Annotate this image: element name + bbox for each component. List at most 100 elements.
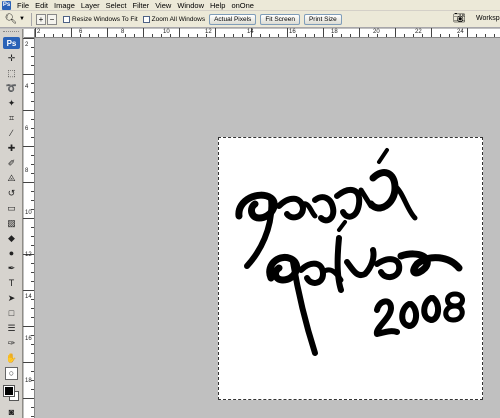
- ruler-tick: [314, 34, 315, 37]
- healing-brush-icon[interactable]: ✚: [5, 142, 18, 155]
- ruler-origin[interactable]: [24, 29, 35, 38]
- zoom-icon[interactable]: ○: [5, 367, 18, 380]
- ruler-label: 8: [25, 168, 29, 174]
- ruler-tick: [323, 28, 324, 37]
- menu-help[interactable]: Help: [207, 0, 228, 11]
- ruler-label: 10: [163, 29, 170, 35]
- pen-icon[interactable]: ✒: [5, 262, 18, 275]
- zoom-in-icon[interactable]: +: [36, 13, 46, 25]
- ruler-tick: [31, 236, 34, 237]
- horizontal-ruler[interactable]: 2 6 8 10 12 14 16 18 20 22 24: [35, 28, 500, 38]
- calligraphy-artwork: [235, 148, 465, 356]
- document-canvas[interactable]: [218, 137, 483, 400]
- ruler-tick: [23, 218, 34, 219]
- crop-icon[interactable]: ⌗: [5, 112, 18, 125]
- workspace-icon[interactable]: 📷︎: [453, 13, 467, 25]
- ruler-tick: [23, 182, 34, 183]
- ruler-tick: [31, 119, 34, 120]
- zoom-out-icon[interactable]: −: [47, 13, 57, 25]
- ruler-tick: [31, 371, 34, 372]
- checkbox-box[interactable]: [142, 15, 150, 23]
- eyedropper-icon[interactable]: ✑: [5, 337, 18, 350]
- ruler-tick: [296, 34, 297, 37]
- ruler-label: 18: [25, 378, 32, 384]
- slice-icon[interactable]: ∕: [5, 127, 18, 140]
- toolbox-grip[interactable]: [3, 31, 19, 35]
- ruler-tick: [35, 28, 36, 37]
- fit-screen-button[interactable]: Fit Screen: [260, 13, 300, 25]
- ruler-tick: [143, 28, 144, 37]
- menu-edit[interactable]: Edit: [32, 0, 51, 11]
- magic-wand-icon[interactable]: ✦: [5, 97, 18, 110]
- ruler-tick: [31, 416, 34, 417]
- type-icon[interactable]: T: [5, 277, 18, 290]
- ruler-tick: [395, 28, 396, 37]
- workspace-button[interactable]: Workspace: [476, 15, 500, 22]
- ruler-tick: [278, 34, 279, 37]
- gradient-icon[interactable]: ▨: [5, 217, 18, 230]
- rectangle-icon[interactable]: □: [5, 307, 18, 320]
- ruler-tick: [98, 34, 99, 37]
- ruler-tick: [422, 34, 423, 37]
- menu-view[interactable]: View: [152, 0, 174, 11]
- ruler-tick: [23, 290, 34, 291]
- ruler-tick: [179, 28, 180, 37]
- path-selection-icon[interactable]: ➤: [5, 292, 18, 305]
- menu-window[interactable]: Window: [174, 0, 207, 11]
- ruler-tick: [386, 34, 387, 37]
- brush-icon[interactable]: ✐: [5, 157, 18, 170]
- ruler-tick: [188, 34, 189, 37]
- ruler-label: 8: [121, 29, 125, 35]
- menu-filter[interactable]: Filter: [130, 0, 153, 11]
- ruler-label: 16: [25, 336, 32, 342]
- clone-stamp-icon[interactable]: ⨻: [5, 172, 18, 185]
- ruler-tick: [440, 34, 441, 37]
- quick-mask-icon[interactable]: ◙: [5, 406, 18, 418]
- ruler-tick: [23, 326, 34, 327]
- vertical-ruler[interactable]: 2 4 6 8 10 12 14 16 18: [23, 38, 35, 418]
- ruler-tick: [341, 34, 342, 37]
- actual-pixels-button[interactable]: Actual Pixels: [209, 13, 257, 25]
- ruler-tick: [116, 34, 117, 37]
- dodge-icon[interactable]: ●: [5, 247, 18, 260]
- menu-onone[interactable]: onOne: [228, 0, 257, 11]
- options-bar: 🔍︎ ▼ + − Resize Windows To Fit Zoom All …: [0, 11, 500, 28]
- move-icon[interactable]: ✛: [5, 52, 18, 65]
- chevron-down-icon[interactable]: ▼: [19, 16, 27, 22]
- ruler-label: 2: [37, 29, 41, 35]
- ps-badge[interactable]: Ps: [3, 37, 20, 49]
- ruler-tick: [31, 128, 34, 129]
- zoom-tool-preset-icon[interactable]: 🔍︎: [4, 13, 18, 26]
- hand-icon[interactable]: ✋: [5, 352, 18, 365]
- menu-file[interactable]: File: [14, 0, 32, 11]
- lasso-icon[interactable]: ➰: [5, 82, 18, 95]
- ruler-tick: [31, 317, 34, 318]
- history-brush-icon[interactable]: ↺: [5, 187, 18, 200]
- ruler-tick: [31, 407, 34, 408]
- menu-select[interactable]: Select: [103, 0, 130, 11]
- ruler-tick: [305, 34, 306, 37]
- print-size-button[interactable]: Print Size: [303, 13, 342, 25]
- ruler-label: 6: [25, 126, 29, 132]
- ruler-tick: [53, 34, 54, 37]
- notes-icon[interactable]: ☰: [5, 322, 18, 335]
- ruler-tick: [23, 74, 34, 75]
- checkbox-box[interactable]: [63, 15, 70, 23]
- menu-image[interactable]: Image: [51, 0, 78, 11]
- document-workarea[interactable]: 2 6 8 10 12 14 16 18 20 22 24 2 4 6 8 10 12 14 16 18: [23, 28, 500, 418]
- ruler-tick: [23, 362, 34, 363]
- eraser-icon[interactable]: ▭: [5, 202, 18, 215]
- blur-icon[interactable]: ◆: [5, 232, 18, 245]
- ruler-tick: [31, 101, 34, 102]
- resize-windows-checkbox[interactable]: Resize Windows To Fit: [63, 15, 138, 23]
- ruler-tick: [23, 110, 34, 111]
- menu-layer[interactable]: Layer: [78, 0, 103, 11]
- zoom-all-windows-checkbox[interactable]: Zoom All Windows: [142, 15, 205, 23]
- ruler-tick: [31, 173, 34, 174]
- foreground-color-swatch[interactable]: [3, 385, 15, 397]
- ruler-tick: [62, 34, 63, 37]
- ruler-tick: [431, 28, 432, 37]
- ruler-tick: [31, 47, 34, 48]
- ruler-tick: [215, 28, 216, 37]
- marquee-icon[interactable]: ⬚: [5, 67, 18, 80]
